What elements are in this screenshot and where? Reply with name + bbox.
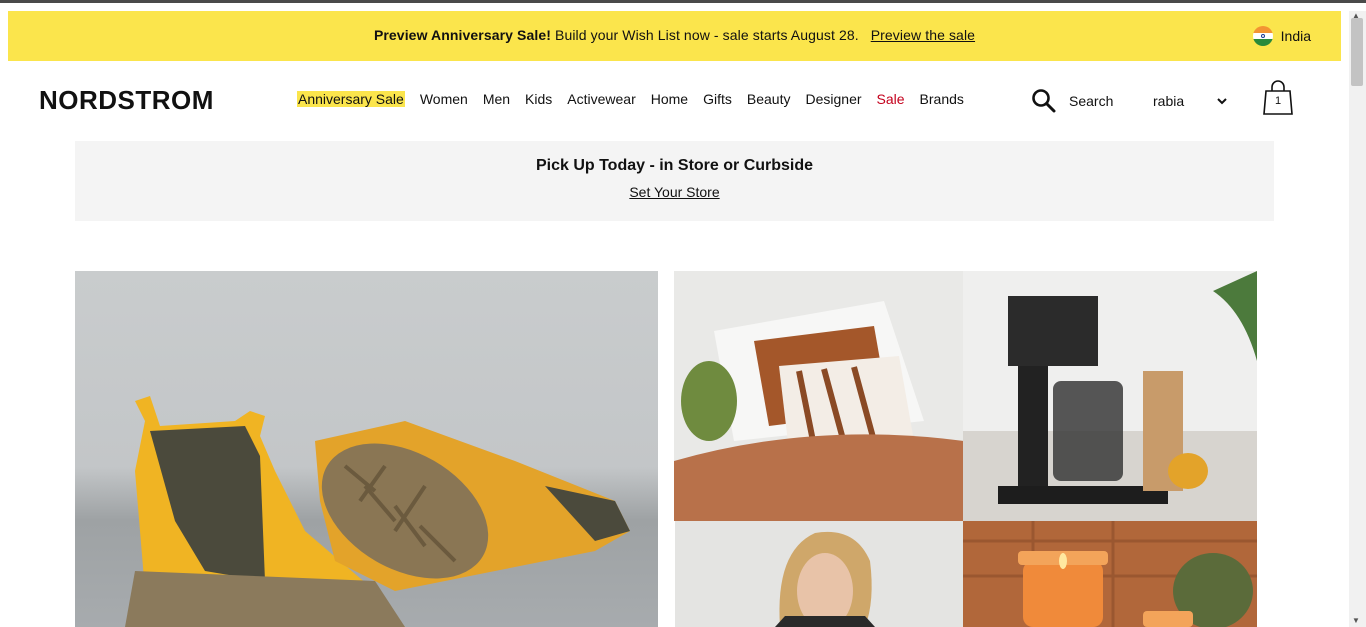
bedding-image[interactable] xyxy=(674,271,964,521)
set-store-link[interactable]: Set Your Store xyxy=(629,184,719,200)
nav-activewear[interactable]: Activewear xyxy=(567,91,635,107)
nav-men[interactable]: Men xyxy=(483,91,510,107)
nav-gifts[interactable]: Gifts xyxy=(703,91,732,107)
country-selector[interactable]: India xyxy=(1252,26,1311,46)
woman-portrait-image[interactable] xyxy=(675,521,963,627)
country-label: India xyxy=(1280,28,1311,44)
nav-women[interactable]: Women xyxy=(420,91,468,107)
chevron-down-icon xyxy=(1217,98,1227,105)
account-menu[interactable]: rabia xyxy=(1153,93,1228,109)
search-label: Search xyxy=(1069,93,1114,109)
promo-message: Build your Wish List now - sale starts A… xyxy=(555,27,859,43)
cart-count: 1 xyxy=(1274,95,1282,107)
nordstrom-logo[interactable]: NORDSTROM xyxy=(39,85,214,116)
pickup-banner: Pick Up Today - in Store or Curbside Set… xyxy=(75,141,1274,221)
browser-top-line xyxy=(0,0,1366,3)
search-button[interactable]: Search xyxy=(1031,88,1113,114)
nav-home[interactable]: Home xyxy=(651,91,688,107)
promo-banner: Preview Anniversary Sale! Build your Wis… xyxy=(8,11,1341,61)
page-scrollbar[interactable]: ▲ ▼ xyxy=(1349,11,1366,627)
candles-image[interactable] xyxy=(963,521,1257,627)
shopping-bag-button[interactable]: 1 xyxy=(1262,80,1294,116)
nav-designer[interactable]: Designer xyxy=(805,91,861,107)
boots-hero-image[interactable] xyxy=(75,271,658,627)
nav-beauty[interactable]: Beauty xyxy=(747,91,791,107)
search-icon xyxy=(1032,89,1056,113)
nav-sale[interactable]: Sale xyxy=(877,91,905,107)
pickup-title: Pick Up Today - in Store or Curbside xyxy=(535,157,814,174)
main-nav: Anniversary Sale Women Men Kids Activewe… xyxy=(297,91,964,107)
nav-kids[interactable]: Kids xyxy=(525,91,552,107)
preview-sale-link[interactable]: Preview the sale xyxy=(871,27,975,43)
user-name: rabia xyxy=(1153,93,1185,109)
nav-anniversary-sale[interactable]: Anniversary Sale xyxy=(297,91,405,107)
scroll-down-icon[interactable]: ▼ xyxy=(1352,616,1360,625)
nav-brands[interactable]: Brands xyxy=(920,91,964,107)
india-flag-icon xyxy=(1252,26,1273,46)
promo-text: Preview Anniversary Sale! Build your Wis… xyxy=(8,27,1341,43)
coffee-maker-image[interactable] xyxy=(963,271,1257,521)
promo-bold: Preview Anniversary Sale! xyxy=(373,27,552,43)
scroll-thumb[interactable] xyxy=(1351,18,1363,86)
